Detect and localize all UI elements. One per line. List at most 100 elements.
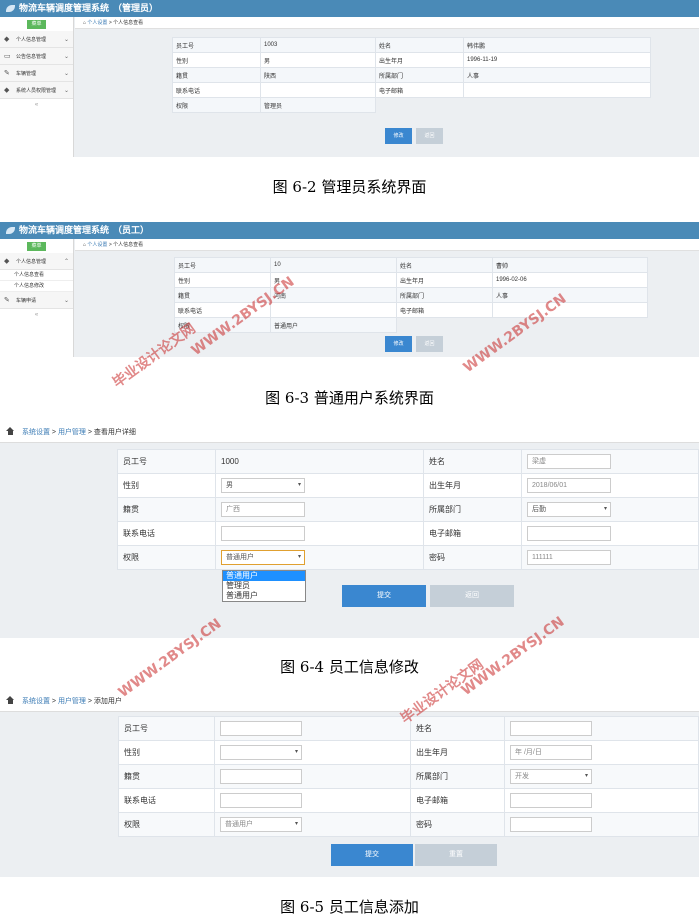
breadcrumb: ⌂ 个人设置 > 个人信息查看 xyxy=(75,17,699,29)
submit-button[interactable]: 提交 xyxy=(331,844,413,866)
edit-form: 员工号 1000 姓名 梁虚 性别 男 出生年月 2018/06/01 籍贯 广… xyxy=(117,449,699,570)
origin-field[interactable]: 广西 xyxy=(221,502,305,517)
gender-select[interactable] xyxy=(220,745,302,760)
table-row: 籍贯 陕西 所属部门 人事 xyxy=(172,67,651,83)
sidebar-item-vehicle[interactable]: ✎ 车辆管理 ⌄ xyxy=(0,65,73,82)
dropdown-option[interactable]: 普通用户 xyxy=(223,591,305,601)
chevron-down-icon: ⌄ xyxy=(63,53,69,60)
dropdown-option[interactable]: 管理员 xyxy=(223,581,305,591)
breadcrumb-current: 个人信息查看 xyxy=(113,242,144,248)
role-dropdown-list: 普通用户 管理员 普通用户 xyxy=(222,570,306,602)
back-button[interactable]: 返回 xyxy=(430,585,514,607)
breadcrumb-link[interactable]: 系统设置 xyxy=(22,698,50,705)
sidebar: 菜单 ◆ 个人信息管理 ⌄ ▭ 公告信息管理 ⌄ ✎ 车辆管理 ⌄ ◆ 系统人员权限管理 ⌄ « xyxy=(0,17,74,157)
gender-select[interactable]: 男 xyxy=(221,478,305,493)
table-row: 员工号 1003 姓名 韩伟鹏 xyxy=(172,37,651,53)
edit-icon: ✎ xyxy=(4,70,10,77)
chevron-down-icon: ⌄ xyxy=(63,87,69,94)
form-row: 员工号 1000 姓名 梁虚 xyxy=(117,449,699,474)
sidebar-item-notice[interactable]: ▭ 公告信息管理 ⌄ xyxy=(0,48,73,65)
breadcrumb-link[interactable]: 个人设置 xyxy=(87,20,107,26)
email-field[interactable] xyxy=(527,526,611,541)
info-table: 员工号 1003 姓名 韩伟鹏 性别男出生年月 1996-11-19 籍贯 陕西 所属部门人… xyxy=(172,37,651,113)
name-field[interactable] xyxy=(510,721,592,736)
app-header: 物流车辆调度管理系统 （员工） xyxy=(0,222,699,239)
birth-date-field[interactable]: 2018/06/01 xyxy=(527,478,611,493)
password-field[interactable] xyxy=(510,817,592,832)
department-select[interactable]: 后勤 xyxy=(527,502,611,517)
menu-toggle-button[interactable]: 菜单 xyxy=(27,20,46,29)
collapse-sidebar-icon[interactable]: « xyxy=(0,99,73,111)
button-row: 修改 返回 xyxy=(385,336,443,352)
breadcrumb-link[interactable]: 用户管理 xyxy=(58,698,86,705)
table-row: 性别男出生年月 1996-11-19 xyxy=(172,52,651,68)
breadcrumb-link[interactable]: 个人设置 xyxy=(87,242,107,248)
edit-icon: ✎ xyxy=(4,297,10,304)
back-button[interactable]: 返回 xyxy=(416,336,443,352)
origin-field[interactable] xyxy=(220,769,302,784)
form-row: 性别 男 出生年月 2018/06/01 xyxy=(117,473,699,498)
breadcrumb-link[interactable]: 系统设置 xyxy=(22,429,50,436)
app-title: 物流车辆调度管理系统 xyxy=(19,225,110,235)
button-row: 修改 返回 xyxy=(385,128,443,144)
role-select[interactable]: 普通用户 xyxy=(221,550,305,565)
sidebar-item-personal[interactable]: ◆ 个人信息管理 ⌃ xyxy=(0,253,73,270)
sidebar-subitem-view[interactable]: 个人信息查看 xyxy=(0,270,73,281)
sidebar-item-permission[interactable]: ◆ 系统人员权限管理 ⌄ xyxy=(0,82,73,99)
sidebar: 菜单 ◆ 个人信息管理 ⌃ 个人信息查看 个人信息修改 ✎ 车辆申请 ⌄ « xyxy=(0,239,74,357)
chevron-down-icon: ⌄ xyxy=(63,36,69,43)
leaf-logo-icon xyxy=(6,227,15,234)
table-row: 权限 管理员 xyxy=(172,97,651,113)
collapse-sidebar-icon[interactable]: « xyxy=(0,309,73,321)
submit-button[interactable]: 提交 xyxy=(342,585,426,607)
app-header: 物流车辆调度管理系统 （管理员） xyxy=(0,0,699,17)
admin-screenshot: 物流车辆调度管理系统 （管理员） 菜单 ◆ 个人信息管理 ⌄ ▭ 公告信息管理 ⌄ ✎ 车辆… xyxy=(0,0,699,157)
home-icon xyxy=(6,696,15,704)
edit-button[interactable]: 修改 xyxy=(385,336,412,352)
figure-caption: 图 6-5 员工信息添加 xyxy=(280,898,419,916)
breadcrumb: 系统设置 > 用户管理 > 添加用户 xyxy=(0,692,699,712)
form-row: 联系电话 电子邮箱 xyxy=(117,521,699,546)
menu-toggle-button[interactable]: 菜单 xyxy=(27,242,46,251)
edit-button[interactable]: 修改 xyxy=(385,128,412,144)
app-role: （员工） xyxy=(113,225,150,235)
table-row: 籍贯 河南 所属部门 人事 xyxy=(174,287,648,303)
employee-id-field[interactable] xyxy=(220,721,302,736)
phone-field[interactable] xyxy=(221,526,305,541)
form-row: 籍贯 所属部门 开发 xyxy=(118,764,699,789)
birth-date-field[interactable]: 年 /月/日 xyxy=(510,745,592,760)
employee-id-value: 1000 xyxy=(215,449,424,474)
add-form: 员工号 姓名 性别 出生年月 年 /月/日 籍贯 所属部门 开发 联系电话 电子… xyxy=(118,716,699,837)
sidebar-subitem-edit[interactable]: 个人信息修改 xyxy=(0,281,73,292)
figure-caption: 图 6-4 员工信息修改 xyxy=(280,658,419,676)
sidebar-item-vehicle-apply[interactable]: ✎ 车辆申请 ⌄ xyxy=(0,292,73,309)
home-icon xyxy=(6,427,15,435)
breadcrumb-current: 添加用户 xyxy=(93,698,122,705)
tag-icon: ◆ xyxy=(4,36,10,43)
back-button[interactable]: 返回 xyxy=(416,128,443,144)
form-row: 性别 出生年月 年 /月/日 xyxy=(118,740,699,765)
form-row: 权限 普通用户 密码 xyxy=(118,812,699,837)
app-role: （管理员） xyxy=(113,3,159,13)
department-select[interactable]: 开发 xyxy=(510,769,592,784)
password-field[interactable]: 111111 xyxy=(527,550,611,565)
breadcrumb: 系统设置 > 用户管理 > 查看用户详细 xyxy=(0,423,699,443)
sidebar-item-personal[interactable]: ◆ 个人信息管理 ⌄ xyxy=(0,31,73,48)
leaf-logo-icon xyxy=(6,5,15,12)
breadcrumb-link[interactable]: 用户管理 xyxy=(58,429,86,436)
edit-screenshot: 系统设置 > 用户管理 > 查看用户详细 员工号 1000 姓名 梁虚 性别 男… xyxy=(0,423,699,638)
dropdown-option[interactable]: 普通用户 xyxy=(223,571,305,581)
reset-button[interactable]: 重置 xyxy=(415,844,497,866)
home-icon: ⌂ xyxy=(83,242,87,248)
email-field[interactable] xyxy=(510,793,592,808)
table-row: 员工号 10 姓名 曹帅 xyxy=(174,257,648,273)
figure-caption: 图 6-2 管理员系统界面 xyxy=(272,178,427,196)
phone-field[interactable] xyxy=(220,793,302,808)
app-title: 物流车辆调度管理系统 xyxy=(19,3,110,13)
form-row: 权限 普通用户 密码 111111 xyxy=(117,545,699,570)
name-field[interactable]: 梁虚 xyxy=(527,454,611,469)
role-select[interactable]: 普通用户 xyxy=(220,817,302,832)
chevron-down-icon: ⌄ xyxy=(63,297,69,304)
table-row: 联系电话 电子邮箱 xyxy=(172,82,651,98)
form-row: 联系电话 电子邮箱 xyxy=(118,788,699,813)
